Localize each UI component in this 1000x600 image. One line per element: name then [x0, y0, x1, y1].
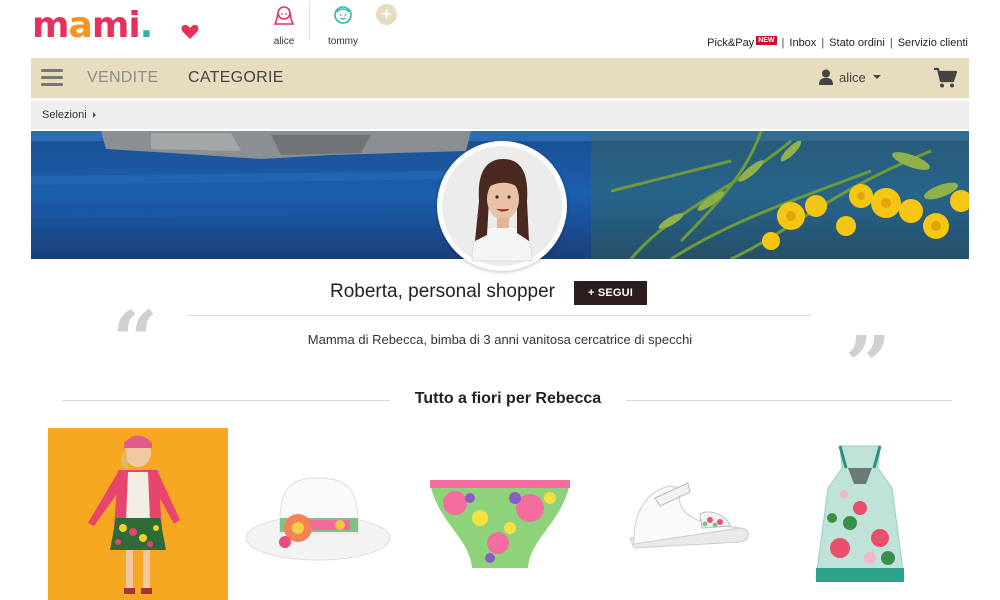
add-profile-button[interactable]: +	[376, 4, 397, 25]
cart-icon[interactable]	[933, 67, 957, 89]
floral-swim-bottom-image	[410, 428, 590, 600]
shopper-bio: Mamma di Rebecca, bimba di 3 anni vanito…	[307, 332, 693, 347]
user-name: alice	[839, 69, 866, 85]
shopper-name: Roberta, personal shopper	[330, 281, 555, 302]
shopper-avatar	[437, 141, 567, 271]
product-card[interactable]	[410, 428, 590, 600]
floral-dress-image	[770, 428, 950, 600]
quote-open-icon: “	[112, 293, 159, 387]
profile-name: tommy	[328, 36, 358, 47]
profile-divider	[309, 2, 310, 40]
profile-alice[interactable]: alice	[254, 4, 314, 47]
top-links: Pick&Pay NEW | Inbox | Stato ordini | Ser…	[707, 36, 968, 49]
nav-categorie[interactable]: CATEGORIE	[188, 69, 284, 87]
customer-service-link[interactable]: Servizio clienti	[898, 37, 968, 49]
white-floral-sandal-image	[590, 428, 770, 600]
product-card[interactable]	[48, 428, 228, 600]
main-nav: VENDITE CATEGORIE alice	[31, 58, 969, 98]
mami-logo[interactable]: mami.	[32, 6, 199, 46]
divider	[62, 400, 390, 401]
heart-icon	[181, 24, 199, 39]
floral-sun-hat-image	[230, 428, 410, 600]
pickpay-link[interactable]: Pick&Pay NEW	[707, 36, 777, 49]
link-separator: |	[821, 37, 825, 49]
orders-link[interactable]: Stato ordini	[829, 37, 885, 49]
product-card[interactable]	[230, 428, 410, 600]
collection-title: Tutto a fiori per Rebecca	[414, 390, 602, 407]
new-badge: NEW	[756, 36, 777, 45]
user-menu[interactable]: alice	[819, 69, 881, 85]
user-icon	[819, 69, 833, 85]
chevron-down-icon	[872, 75, 881, 79]
girl-floral-outfit-image	[48, 428, 228, 600]
boy-avatar-icon	[334, 6, 352, 24]
link-separator: |	[781, 37, 785, 49]
profile-tommy[interactable]: tommy	[313, 4, 373, 47]
menu-icon[interactable]	[41, 69, 63, 87]
girl-avatar-icon	[273, 6, 295, 25]
link-separator: |	[889, 37, 893, 49]
product-card[interactable]	[590, 428, 770, 600]
divider	[626, 400, 952, 401]
breadcrumb: Selezioni	[31, 101, 969, 129]
product-card[interactable]	[770, 428, 950, 600]
divider	[188, 315, 811, 316]
inbox-link[interactable]: Inbox	[789, 37, 816, 49]
chevron-right-icon	[92, 112, 96, 119]
nav-vendite[interactable]: VENDITE	[87, 69, 158, 87]
breadcrumb-selezioni[interactable]: Selezioni	[42, 109, 87, 121]
page: mami. alice tommy + Pick&Pay NEW | Inbox …	[0, 0, 1000, 600]
follow-button[interactable]: + SEGUI	[574, 281, 647, 305]
quote-close-icon: ”	[845, 318, 892, 412]
profile-name: alice	[273, 36, 295, 47]
